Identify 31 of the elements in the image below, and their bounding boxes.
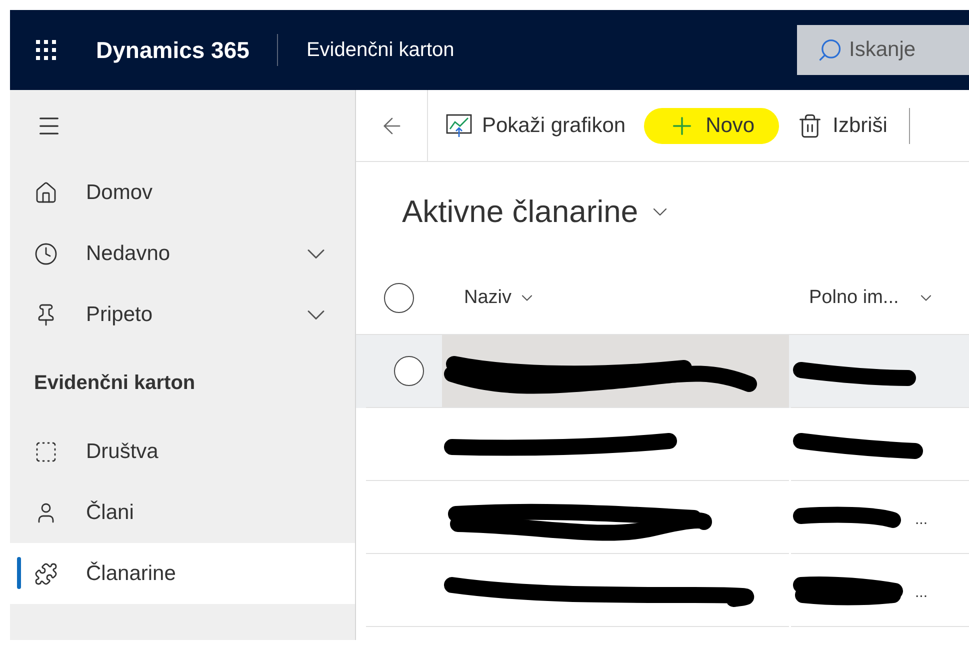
toolbar-button[interactable]: Pokaži grafikon [436, 108, 636, 144]
nav-item[interactable]: Domov [10, 162, 355, 223]
nav-item[interactable]: Pripeto [10, 284, 355, 345]
toolbar-button[interactable]: Novo [644, 108, 779, 144]
search-field[interactable]: Iskanje [797, 25, 969, 75]
nav-item[interactable]: Člani [10, 482, 355, 543]
view-title[interactable]: Aktivne članarine [402, 188, 638, 236]
puzzle-icon [34, 562, 58, 586]
nav-item[interactable]: Društva [10, 421, 355, 482]
brand-name[interactable]: Dynamics 365 [96, 32, 250, 68]
app-launcher-icon[interactable] [36, 40, 56, 60]
table-row[interactable]: ... [356, 481, 969, 554]
truncation-ellipsis: ... [915, 582, 928, 603]
table-row[interactable] [356, 335, 969, 408]
toolbar-button[interactable]: Izbriši [786, 108, 898, 144]
search-input[interactable]: Iskanje [849, 34, 959, 66]
truncation-ellipsis: ... [915, 510, 928, 530]
app-name[interactable]: Evidenčni karton [306, 35, 454, 65]
search-icon [817, 37, 843, 63]
nav-item[interactable]: Nedavno [10, 223, 355, 284]
home-icon [34, 180, 58, 204]
table-row[interactable]: ... [356, 554, 969, 627]
section-heading: Evidenčni karton [34, 371, 196, 396]
row-checkbox[interactable] [394, 356, 424, 386]
column-header[interactable]: Naziv [442, 284, 789, 312]
trash-icon [796, 112, 823, 138]
nav-item[interactable]: Članarine [10, 543, 355, 604]
chart-icon [446, 114, 472, 138]
select-all-checkbox[interactable] [384, 283, 414, 313]
column-header[interactable]: Polno im... [789, 284, 969, 312]
clock-icon [34, 242, 58, 266]
